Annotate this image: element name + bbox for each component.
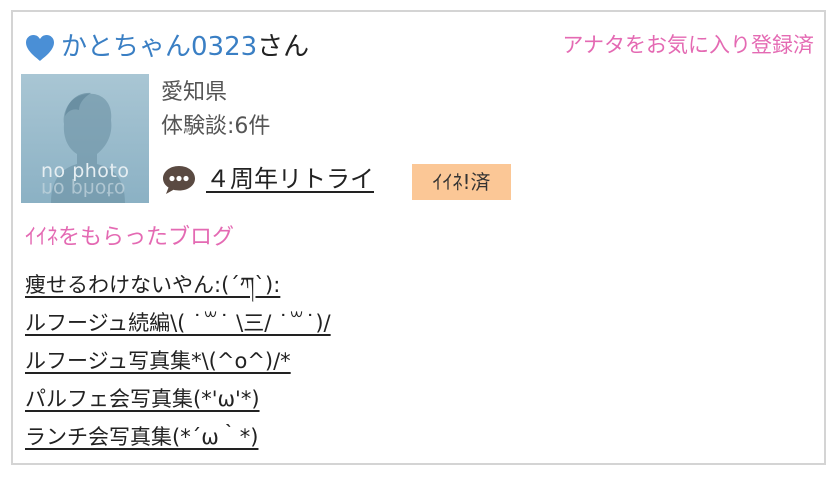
prefecture: 愛知県 bbox=[161, 80, 228, 105]
blog-link[interactable]: パルフェ会写真集(*'ω'*) bbox=[25, 387, 260, 411]
username-suffix: さん bbox=[257, 32, 310, 62]
chat-bubble-icon bbox=[163, 166, 195, 194]
list-item[interactable]: パルフェ会写真集(*'ω'*) bbox=[25, 382, 331, 420]
blog-link[interactable]: ルフージュ続編\( ˙꒳˙ \三/ ˙꒳˙)/ bbox=[25, 311, 331, 335]
experience-count: 体験談:6件 bbox=[161, 114, 271, 139]
blog-link[interactable]: 痩せるわけないやん:(´ཀ`): bbox=[25, 273, 280, 297]
latest-post-link[interactable]: ４周年リトライ bbox=[206, 162, 374, 196]
blog-link[interactable]: ルフージュ写真集*\(^o^)/* bbox=[25, 349, 291, 373]
like-status-badge: ｲｲﾈ!済 bbox=[412, 164, 511, 200]
favorite-status: アナタをお気に入り登録済 bbox=[562, 33, 814, 57]
list-item[interactable]: ランチ会写真集(*´ω｀*) bbox=[25, 420, 331, 458]
avatar[interactable]: no photo no photo bbox=[21, 74, 149, 203]
member-header: かとちゃん0323さん アナタをお気に入り登録済 bbox=[25, 24, 814, 64]
list-item[interactable]: ルフージュ写真集*\(^o^)/* bbox=[25, 344, 331, 382]
list-item[interactable]: 痩せるわけないやん:(´ཀ`): bbox=[25, 268, 331, 306]
heart-icon bbox=[26, 35, 54, 61]
username-link[interactable]: かとちゃん0323さん bbox=[61, 30, 309, 64]
blog-link[interactable]: ランチ会写真集(*´ω｀*) bbox=[25, 425, 258, 449]
username[interactable]: かとちゃん0323 bbox=[61, 32, 257, 62]
list-item[interactable]: ルフージュ続編\( ˙꒳˙ \三/ ˙꒳˙)/ bbox=[25, 306, 331, 344]
liked-blogs-list: 痩せるわけないやん:(´ཀ`): ルフージュ続編\( ˙꒳˙ \三/ ˙꒳˙)/… bbox=[25, 268, 331, 458]
no-photo-reflection: no photo bbox=[41, 178, 126, 200]
liked-blogs-heading: ｲｲﾈをもらったブログ bbox=[25, 225, 235, 250]
member-card: かとちゃん0323さん アナタをお気に入り登録済 no photo no pho… bbox=[11, 10, 826, 465]
